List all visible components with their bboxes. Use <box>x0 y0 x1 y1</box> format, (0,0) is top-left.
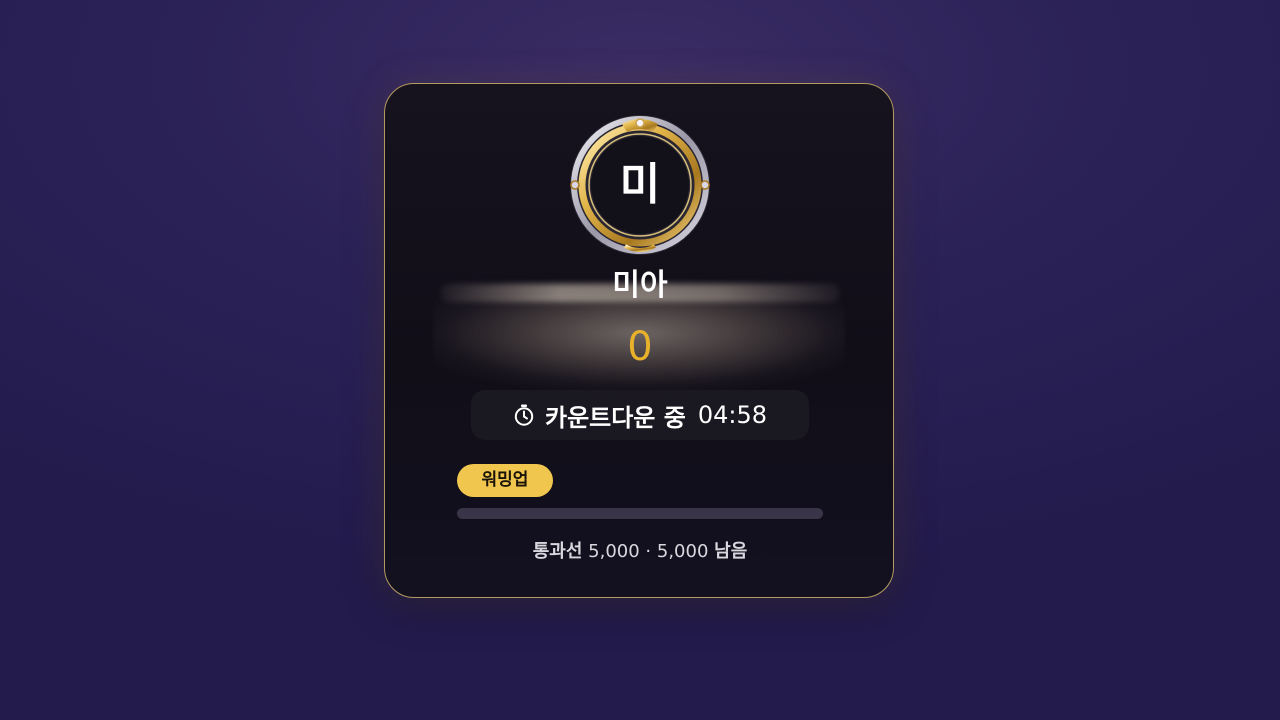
avatar: 미 <box>567 112 713 258</box>
threshold-separator: · <box>645 541 652 562</box>
player-name: 미아 <box>612 268 668 303</box>
threshold-remaining: 5,000 <box>656 541 709 562</box>
countdown-pill: 카운트다운 중 04:58 <box>471 390 809 440</box>
player-score: 0 <box>627 324 653 370</box>
threshold-remaining-suffix: 남음 <box>714 541 748 562</box>
threshold-target: 5,000 <box>588 541 640 562</box>
threshold-info: 통과선 5,000 · 5,000 남음 <box>385 537 893 563</box>
countdown-label: 카운트다운 중 <box>544 403 686 432</box>
progress-bar <box>457 508 823 519</box>
stopwatch-icon <box>514 404 534 426</box>
countdown-time: 04:58 <box>697 401 767 429</box>
threshold-label: 통과선 <box>532 541 583 562</box>
player-card: 미 미아 0 카운트다운 중 04:58 워밍업 통과선 5,000 · 5,0… <box>384 83 894 598</box>
stage-badge: 워밍업 <box>457 464 553 497</box>
avatar-initial: 미 <box>619 159 661 210</box>
